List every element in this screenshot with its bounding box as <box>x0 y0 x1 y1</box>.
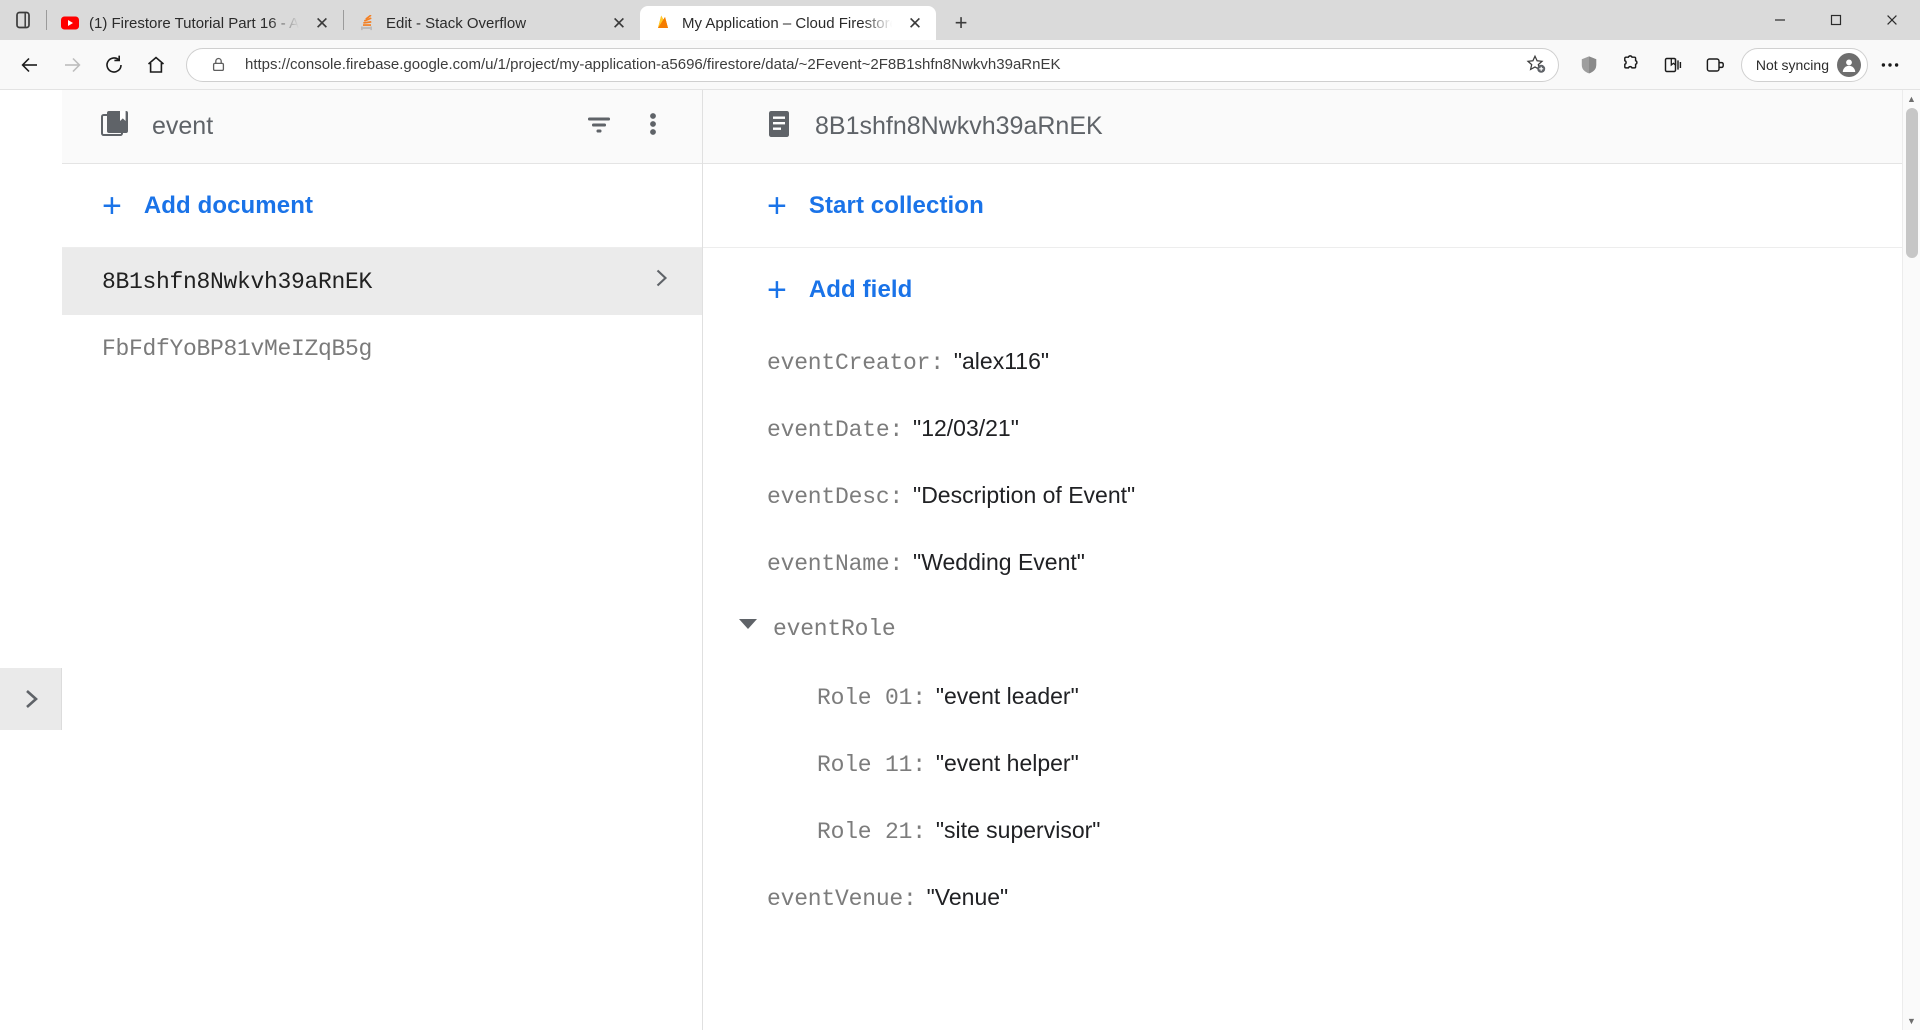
field-value: "alex116" <box>953 348 1050 374</box>
chevron-right-icon <box>650 267 672 296</box>
browser-essentials-icon[interactable] <box>1695 45 1735 85</box>
field-row[interactable]: Role 21: "site supervisor" <box>703 817 1920 884</box>
document-header: 8B1shfn8Nwkvh39aRnEK <box>703 90 1920 164</box>
plus-icon: + <box>102 186 122 225</box>
address-bar[interactable]: https://console.firebase.google.com/u/1/… <box>186 47 1559 82</box>
new-tab-button[interactable]: + <box>944 6 978 40</box>
add-document-button[interactable]: + Add document <box>62 164 702 248</box>
scroll-down-arrow-icon[interactable]: ▼ <box>1903 1012 1920 1030</box>
start-collection-button[interactable]: + Start collection <box>703 164 1920 248</box>
more-vert-icon[interactable] <box>640 109 666 144</box>
field-row[interactable]: eventCreator: "alex116" <box>703 348 1920 415</box>
field-value: "event helper" <box>935 750 1079 776</box>
list-item[interactable]: 8B1shfn8Nwkvh39aRnEK <box>62 248 702 315</box>
collection-icon <box>98 107 132 146</box>
tab-close-icon[interactable]: ✕ <box>309 10 335 36</box>
collections-icon[interactable] <box>1653 45 1693 85</box>
field-key: Role 21: <box>817 819 926 845</box>
collection-header: event <box>62 90 702 164</box>
field-value: "site supervisor" <box>935 817 1101 843</box>
plus-icon: + <box>767 186 787 225</box>
add-document-label: Add document <box>143 191 314 219</box>
window-controls <box>1752 0 1920 40</box>
profile-button[interactable]: Not syncing <box>1740 47 1868 82</box>
field-value: "Description of Event" <box>913 482 1136 508</box>
browser-tab-firestore[interactable]: My Application – Cloud Firestore ✕ <box>640 6 936 40</box>
window-close-button[interactable] <box>1864 0 1920 40</box>
field-list: eventCreator: "alex116" eventDate: "12/0… <box>703 332 1920 1030</box>
field-row[interactable]: Role 01: "event leader" <box>703 683 1920 750</box>
tab-strip: (1) Firestore Tutorial Part 16 - AR ✕ Ed… <box>0 0 1920 40</box>
address-bar-url[interactable]: https://console.firebase.google.com/u/1/… <box>245 56 1510 73</box>
reload-icon[interactable] <box>94 45 134 85</box>
start-collection-label: Start collection <box>808 191 984 219</box>
youtube-icon <box>61 14 79 32</box>
site-info-icon[interactable] <box>203 50 233 80</box>
field-key: Role 01: <box>817 685 926 711</box>
window-maximize-button[interactable] <box>1808 0 1864 40</box>
avatar <box>1837 52 1861 77</box>
browser-tab-youtube[interactable]: (1) Firestore Tutorial Part 16 - AR ✕ <box>47 6 343 40</box>
tab-close-icon[interactable]: ✕ <box>606 10 632 36</box>
browser-tab-stackoverflow[interactable]: Edit - Stack Overflow ✕ <box>344 6 640 40</box>
expand-caret-down-icon[interactable] <box>739 619 757 629</box>
field-value: "event leader" <box>935 683 1079 709</box>
field-key: eventName: <box>767 551 904 577</box>
firebase-icon <box>654 14 672 32</box>
field-key: eventRole <box>773 616 896 642</box>
list-item[interactable]: FbFdfYoBP81vMeIZqB5g <box>62 315 702 382</box>
collection-title: event <box>152 112 214 140</box>
field-key: eventDate: <box>767 417 904 443</box>
field-key: eventDesc: <box>767 484 904 510</box>
document-pane: 8B1shfn8Nwkvh39aRnEK + Start collection … <box>703 90 1920 1030</box>
filter-icon[interactable] <box>584 109 614 144</box>
add-field-label: Add field <box>808 276 913 303</box>
tab-title: Edit - Stack Overflow <box>386 14 527 32</box>
tab-actions-icon[interactable] <box>0 0 46 40</box>
tracking-prevention-icon[interactable] <box>1569 45 1609 85</box>
field-key: eventCreator: <box>767 350 944 376</box>
add-field-button[interactable]: + Add field <box>703 248 1920 332</box>
collection-pane: event + Add document 8B1shfn8Nwkvh39aRnE… <box>0 90 703 1030</box>
field-row[interactable]: eventDesc: "Description of Event" <box>703 482 1920 549</box>
field-value: "Venue" <box>926 884 1009 910</box>
field-row[interactable]: eventVenue: "Venue" <box>703 884 1920 951</box>
field-row[interactable]: eventDate: "12/03/21" <box>703 415 1920 482</box>
expand-panel-button[interactable] <box>0 668 62 730</box>
document-list: 8B1shfn8Nwkvh39aRnEK FbFdfYoBP81vMeIZqB5… <box>62 248 702 1030</box>
field-key: Role 11: <box>817 752 926 778</box>
field-value: "12/03/21" <box>913 415 1019 441</box>
scroll-up-arrow-icon[interactable]: ▲ <box>1903 90 1920 108</box>
field-key: eventVenue: <box>767 886 917 912</box>
field-value: "Wedding Event" <box>913 549 1085 575</box>
tab-close-icon[interactable]: ✕ <box>902 10 928 36</box>
extensions-icon[interactable] <box>1611 45 1651 85</box>
stackoverflow-icon <box>358 14 376 32</box>
navigation-bar: https://console.firebase.google.com/u/1/… <box>0 40 1920 90</box>
document-title: 8B1shfn8Nwkvh39aRnEK <box>815 112 1103 140</box>
profile-label: Not syncing <box>1755 56 1829 73</box>
page-scrollbar[interactable]: ▲ ▼ <box>1902 90 1920 1030</box>
scrollbar-thumb[interactable] <box>1906 108 1918 258</box>
field-row[interactable]: eventName: "Wedding Event" <box>703 549 1920 616</box>
browser-chrome: (1) Firestore Tutorial Part 16 - AR ✕ Ed… <box>0 0 1920 90</box>
window-minimize-button[interactable] <box>1752 0 1808 40</box>
field-row[interactable]: Role 11: "event helper" <box>703 750 1920 817</box>
field-row-map[interactable]: eventRole <box>703 616 1920 683</box>
tab-title: My Application – Cloud Firestore <box>682 14 892 32</box>
forward-arrow-icon[interactable] <box>52 45 92 85</box>
home-icon[interactable] <box>136 45 176 85</box>
tab-title: (1) Firestore Tutorial Part 16 - AR <box>89 14 299 32</box>
document-id: FbFdfYoBP81vMeIZqB5g <box>102 335 373 362</box>
add-favorite-icon[interactable] <box>1522 50 1552 80</box>
document-icon <box>763 108 795 145</box>
back-arrow-icon[interactable] <box>10 45 50 85</box>
settings-more-icon[interactable] <box>1870 45 1910 85</box>
plus-icon: + <box>767 271 787 309</box>
document-id: 8B1shfn8Nwkvh39aRnEK <box>102 268 373 295</box>
firestore-data-page: event + Add document 8B1shfn8Nwkvh39aRnE… <box>0 90 1920 1030</box>
